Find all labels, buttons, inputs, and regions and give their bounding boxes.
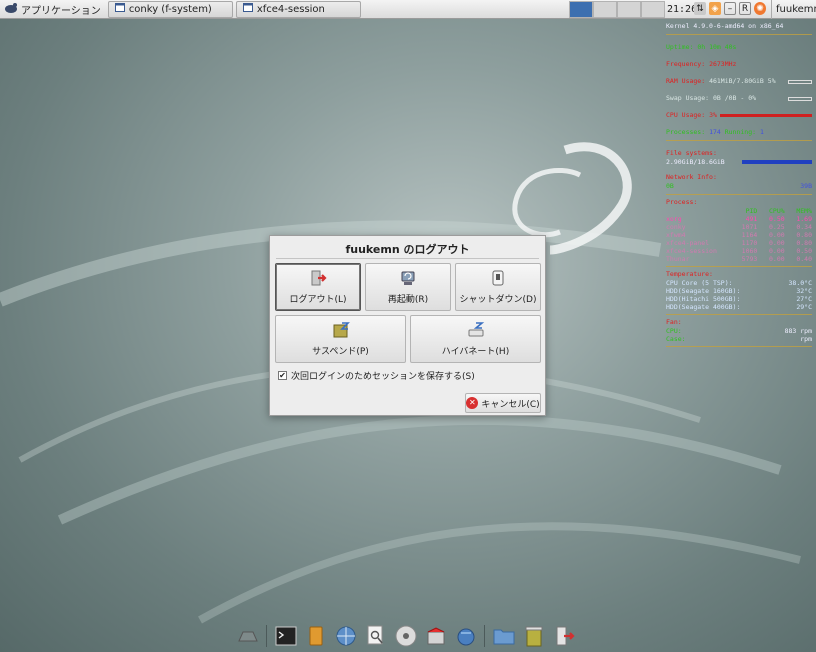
- task-button-conky[interactable]: conky (f-system): [107, 0, 233, 18]
- xfce-logo-icon: [4, 2, 18, 17]
- cpu-row: CPU Usage: 3%: [666, 111, 812, 120]
- restore-icon[interactable]: R: [739, 2, 751, 15]
- logout-dialog: fuukemn のログアウト ログアウト(L) 再起動(R) シャットダウン(D…: [269, 235, 546, 416]
- trash-icon[interactable]: [522, 625, 545, 648]
- workspace-2[interactable]: [593, 1, 617, 18]
- fan-label: Fan:: [666, 318, 682, 326]
- save-session-checkbox-row[interactable]: ✔ 次回ログインのためセッションを保存する(S): [278, 369, 475, 382]
- top-panel: アプリケーション conky (f-system) xfce4-session …: [0, 0, 816, 19]
- network-label: Network Info:: [666, 173, 717, 181]
- window-icon: [114, 3, 125, 15]
- media-player-icon[interactable]: [394, 625, 417, 648]
- logout-dock-icon[interactable]: [552, 625, 575, 648]
- logout-icon: [309, 269, 327, 287]
- task-label: conky (f-system): [128, 3, 212, 15]
- swap-bar: [788, 97, 812, 101]
- task-button-xfce4-session[interactable]: xfce4-session: [235, 0, 361, 18]
- system-tray: ⇅ ◈ – R ✺: [694, 2, 766, 15]
- save-session-checkbox[interactable]: ✔: [278, 371, 287, 380]
- fan-row: CPU: 883 rpm: [666, 327, 812, 335]
- divider: [666, 266, 812, 267]
- workspace-1[interactable]: [569, 1, 593, 18]
- conky-monitor: Kernel 4.9.0-6-amd64 on x86_64 Uptime: 0…: [666, 22, 812, 350]
- temperature-row: CPU Core (5 TSP): 38.0°C: [666, 279, 812, 287]
- swap-row: Swap Usage: 0B /0B - 0%: [666, 94, 812, 103]
- divider: [666, 346, 812, 347]
- show-desktop-icon[interactable]: [236, 625, 259, 648]
- bottom-dock: [236, 622, 575, 650]
- web-browser-icon[interactable]: [334, 625, 357, 648]
- temperature-list: CPU Core (5 TSP): 38.0°C HDD(Seagate 160G…: [666, 279, 812, 311]
- process-table: PID CPU% MEM% xorg 491 0.50 1.69 conky 1071 0.2…: [666, 207, 812, 263]
- process-row: xorg 491 0.50 1.69: [666, 215, 812, 223]
- temperature-row: HDD(Seagate 400GB): 29°C: [666, 303, 812, 311]
- network-icon[interactable]: ⇅: [694, 2, 706, 15]
- suspend-icon: [332, 321, 350, 339]
- kernel-info: Kernel 4.9.0-6-amd64 on x86_64: [666, 22, 784, 30]
- applications-menu-label: アプリケーション: [21, 5, 101, 17]
- process-row: Thunar 5793 0.00 0.40: [666, 255, 812, 263]
- hibernate-icon: [467, 321, 485, 339]
- dialog-divider: [276, 258, 539, 259]
- minimize-icon[interactable]: –: [724, 2, 736, 15]
- cancel-label: キャンセル(C): [481, 399, 540, 410]
- restart-button[interactable]: 再起動(R): [365, 263, 451, 311]
- divider: [666, 194, 812, 195]
- fan-list: CPU: 883 rpm Case: rpm: [666, 327, 812, 343]
- process-row: conky 1071 0.25 0.34: [666, 223, 812, 231]
- hibernate-button[interactable]: ハイバネート(H): [410, 315, 541, 363]
- temperature-row: HDD(Hitachi 500GB): 27°C: [666, 295, 812, 303]
- ram-row: RAM Usage: 461MiB/7.80GiB 5%: [666, 77, 812, 86]
- workspace-3[interactable]: [617, 1, 641, 18]
- dock-divider: [484, 625, 485, 647]
- save-session-label: 次回ログインのためセッションを保存する(S): [291, 372, 475, 382]
- dialog-title: fuukemn のログアウト: [345, 243, 470, 256]
- network-globe-icon[interactable]: [454, 625, 477, 648]
- divider: [666, 140, 812, 141]
- network-row: 0B 39B: [666, 182, 812, 190]
- applications-menu[interactable]: アプリケーション: [0, 0, 105, 19]
- restart-icon: [399, 269, 417, 287]
- temperature-label: Temperature:: [666, 270, 713, 278]
- frequency-row: Frequency: 2673MHz: [666, 60, 737, 68]
- process-label: Process:: [666, 198, 698, 206]
- fan-row: Case: rpm: [666, 335, 812, 343]
- temperature-row: HDD(Seagate 160GB): 32°C: [666, 287, 812, 295]
- logout-button[interactable]: ログアウト(L): [275, 263, 361, 311]
- search-icon[interactable]: [364, 625, 387, 648]
- file-manager-icon[interactable]: [304, 625, 327, 648]
- shutdown-button[interactable]: シャットダウン(D): [455, 263, 541, 311]
- divider: [666, 314, 812, 315]
- workspace-4[interactable]: [641, 1, 665, 18]
- filesystem-label: File systems:: [666, 149, 717, 157]
- package-manager-icon[interactable]: [424, 625, 447, 648]
- cancel-button[interactable]: ✕ キャンセル(C): [465, 393, 541, 413]
- process-row: xfce4-session 1060 0.00 0.50: [666, 247, 812, 255]
- process-row: xfwm4 1164 0.00 0.80: [666, 231, 812, 239]
- processes-row: Processes: 174 Running: 1: [666, 128, 764, 136]
- window-icon: [242, 3, 253, 15]
- cancel-icon: ✕: [466, 397, 479, 409]
- user-button[interactable]: fuukemn: [771, 0, 816, 19]
- process-row: xfce4-panel 1170 0.00 0.80: [666, 239, 812, 247]
- uptime-row: Uptime: 0h 10m 40s: [666, 43, 737, 51]
- filesystem-bar: [742, 160, 812, 164]
- ram-bar: [788, 80, 812, 84]
- cpu-bar: [720, 114, 812, 117]
- terminal-icon[interactable]: [274, 625, 297, 648]
- divider: [666, 34, 812, 35]
- clock[interactable]: 21:26: [667, 0, 697, 19]
- process-header: PID CPU% MEM%: [745, 207, 812, 215]
- updates-icon[interactable]: ◈: [709, 2, 721, 15]
- workspace-switcher: [569, 1, 665, 18]
- power-icon[interactable]: ✺: [754, 2, 766, 15]
- filesystem-row: 2.90GiB/18.6GiB: [666, 158, 812, 167]
- shutdown-icon: [489, 269, 507, 287]
- task-label: xfce4-session: [256, 3, 325, 15]
- suspend-button[interactable]: サスペンド(P): [275, 315, 406, 363]
- folder-icon[interactable]: [492, 625, 515, 648]
- dock-divider: [266, 625, 267, 647]
